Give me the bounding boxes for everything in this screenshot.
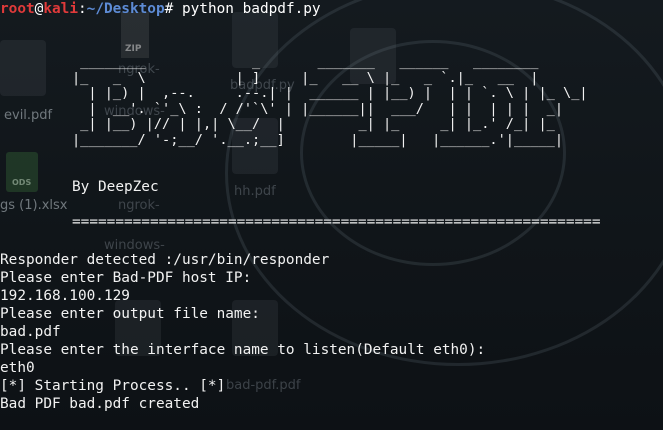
- output-line: Please enter output file name:: [0, 306, 260, 322]
- shell-command: python badpdf.py: [173, 1, 321, 17]
- separator-line: ========================================…: [72, 214, 601, 230]
- badpdf-ascii-banner: ________ _ _______ ______ ________ |_ _ …: [72, 54, 588, 148]
- output-line: Please enter Bad-PDF host IP:: [0, 270, 252, 286]
- prompt-user: root: [0, 1, 35, 17]
- output-line: Responder detected :/usr/bin/responder: [0, 252, 330, 268]
- terminal-window[interactable]: root@kali:~/Desktop# python badpdf.py __…: [0, 0, 663, 430]
- prompt-host: kali: [43, 1, 78, 17]
- author-credit: By DeepZec: [72, 179, 159, 195]
- output-line: eth0: [0, 360, 35, 376]
- output-line: bad.pdf: [0, 324, 61, 340]
- prompt-path: ~/Desktop: [86, 1, 165, 17]
- output-line: [*] Starting Process.. [*]: [0, 378, 226, 394]
- prompt-symbol: #: [164, 1, 174, 17]
- output-line: 192.168.100.129: [0, 288, 130, 304]
- output-line: Please enter the interface name to liste…: [0, 342, 486, 358]
- prompt-colon: :: [77, 1, 87, 17]
- shell-prompt-line: root@kali:~/Desktop# python badpdf.py: [0, 0, 321, 18]
- output-line: Bad PDF bad.pdf created: [0, 396, 200, 412]
